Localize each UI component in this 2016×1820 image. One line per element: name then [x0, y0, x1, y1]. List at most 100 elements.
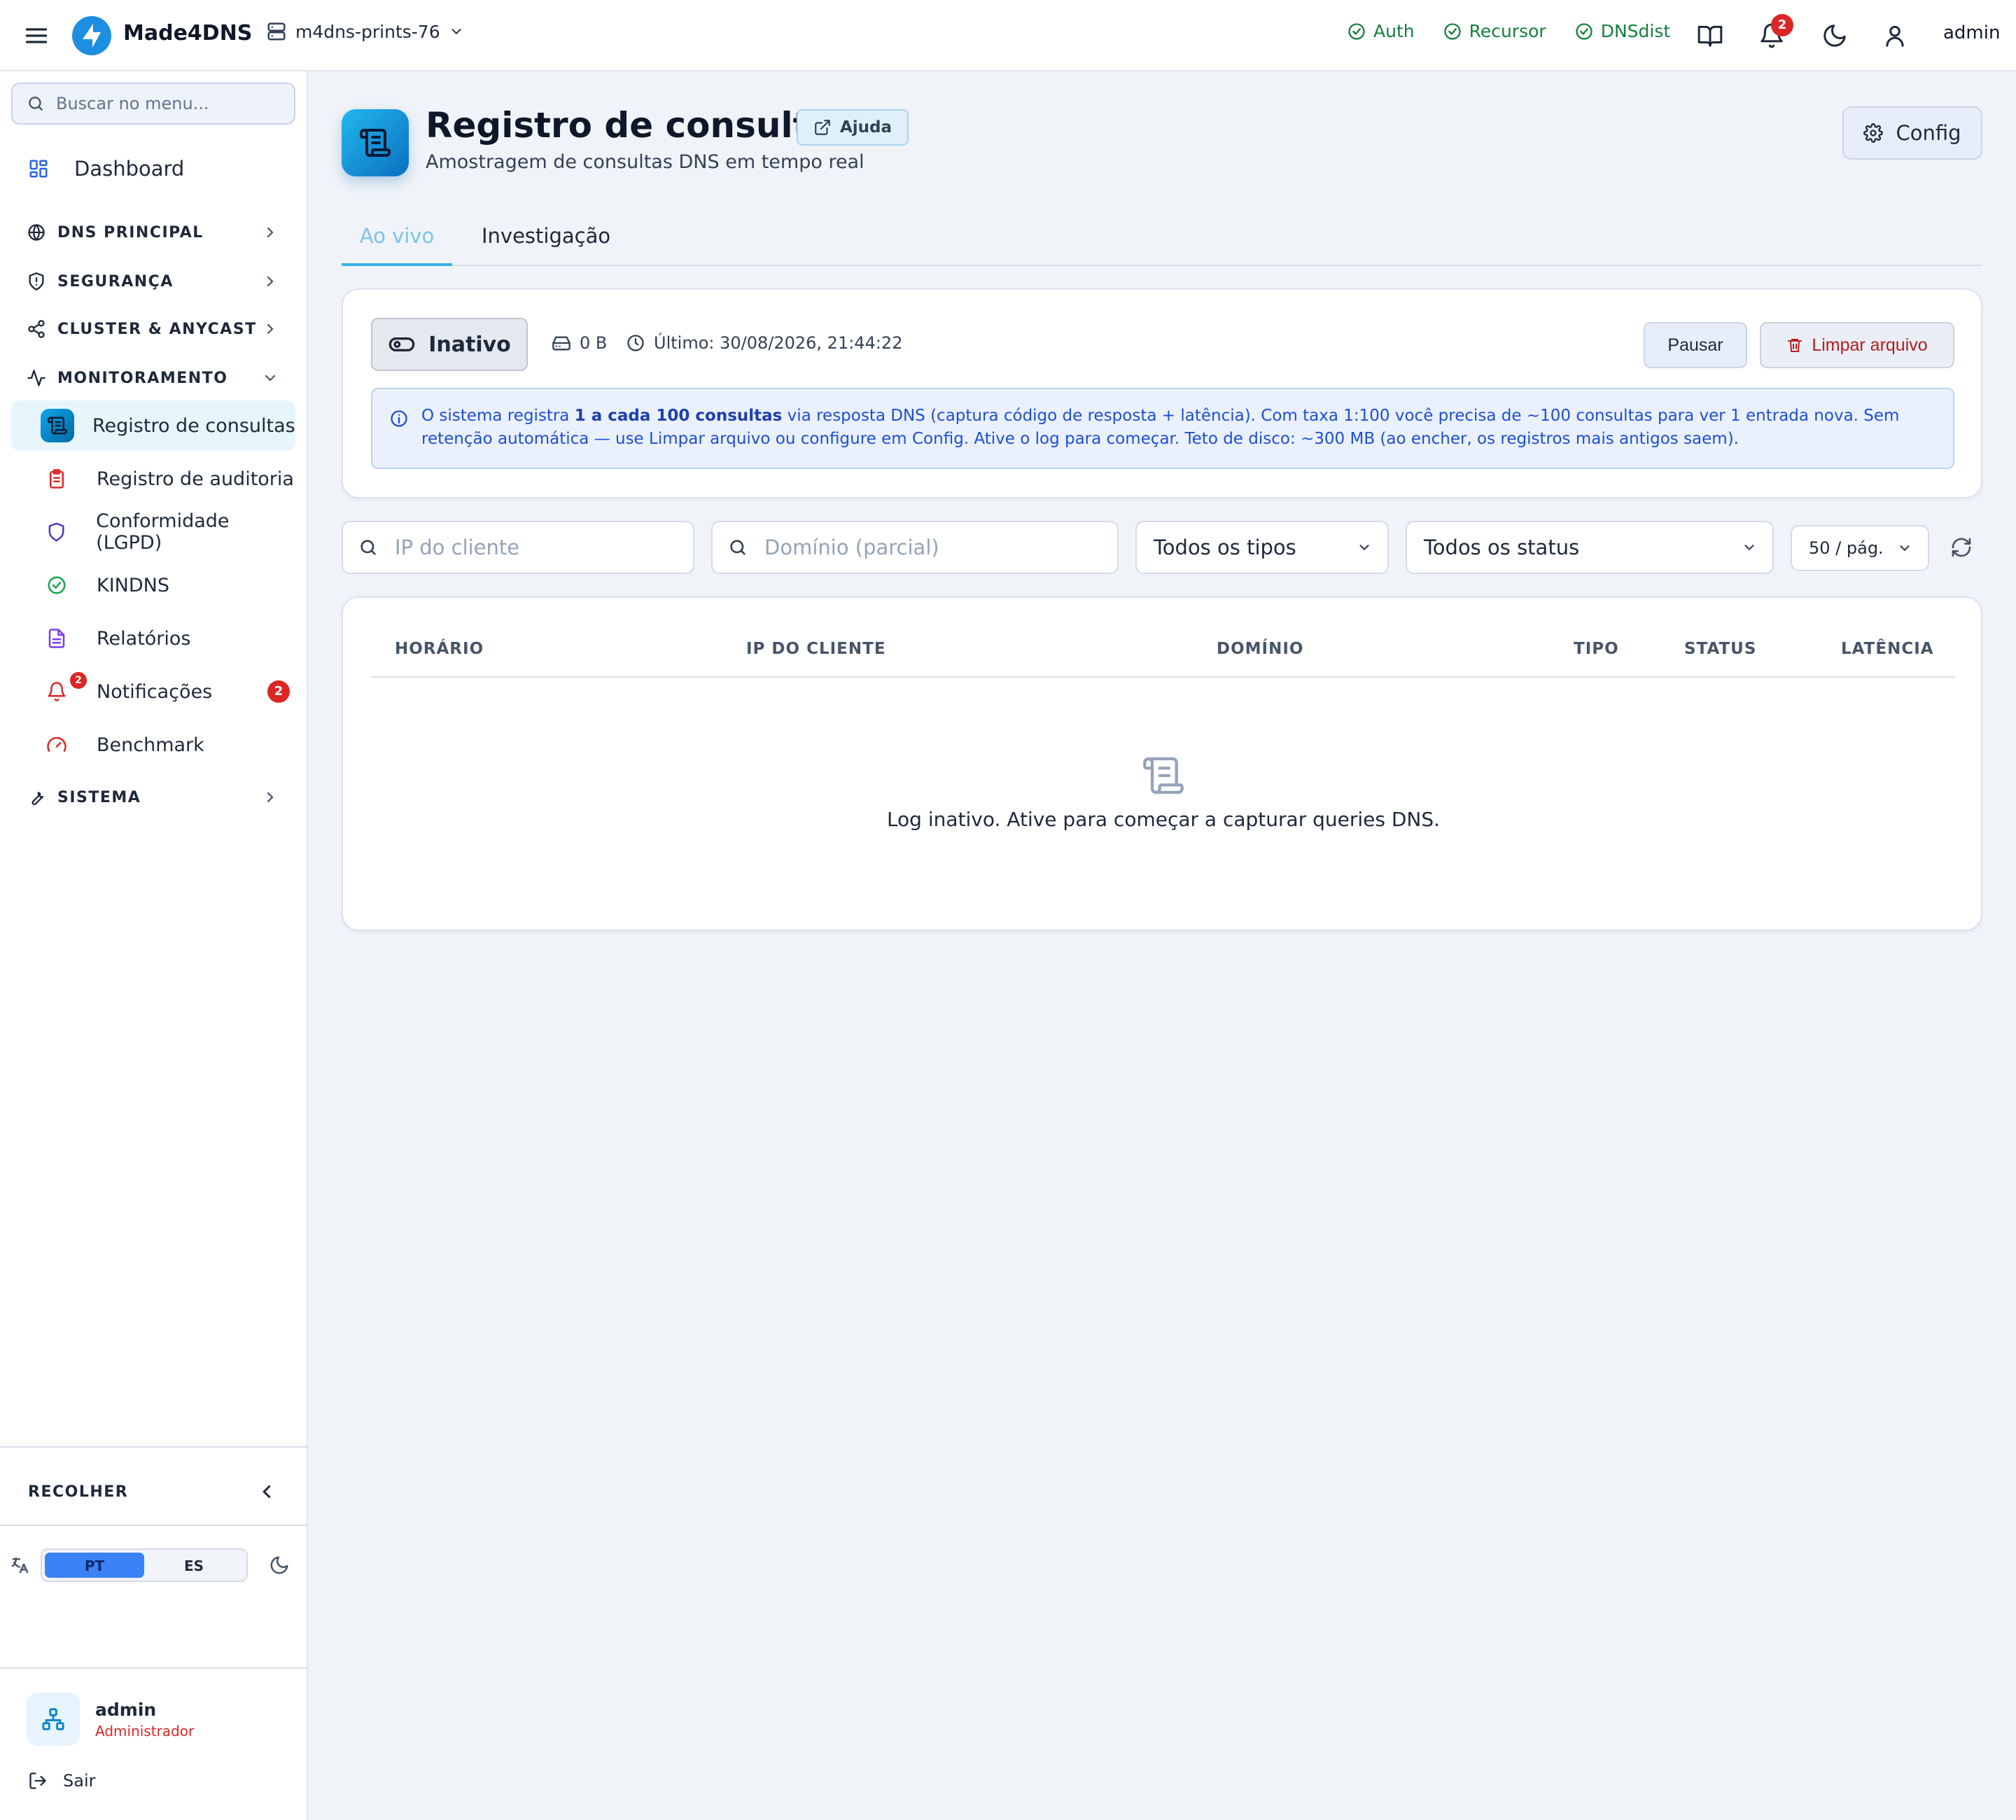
- sidebar-item-label: Registro de consultas: [92, 414, 295, 437]
- wrench-icon: [31, 792, 44, 806]
- sidebar-item-relatorios[interactable]: Relatórios: [11, 613, 295, 664]
- status-recursor[interactable]: Recursor: [1443, 21, 1546, 41]
- user-icon[interactable]: [1882, 22, 1908, 49]
- sidebar: Dashboard DNS PRINCIPAL SEGURANÇA CLUSTE…: [0, 71, 308, 1820]
- tab-ao-vivo[interactable]: Ao vivo: [342, 224, 452, 266]
- sidebar-item-kindns[interactable]: KINDNS: [11, 560, 295, 610]
- status-auth[interactable]: Auth: [1347, 21, 1415, 41]
- log-toggle-button[interactable]: Inativo: [371, 318, 528, 371]
- sidebar-divider: [0, 1525, 308, 1526]
- help-button[interactable]: Ajuda: [797, 109, 909, 146]
- client-ip-input[interactable]: [395, 536, 693, 559]
- sidebar-divider: [0, 1446, 308, 1448]
- config-label: Config: [1896, 121, 1961, 145]
- sidebar-section-seguranca[interactable]: SEGURANÇA: [27, 266, 279, 297]
- notification-count-badge: 2: [267, 680, 290, 703]
- menu-search[interactable]: [11, 83, 295, 125]
- trash-icon: [1788, 339, 1802, 352]
- globe-icon: [28, 224, 45, 241]
- sidebar-section-sistema[interactable]: SISTEMA: [27, 782, 279, 813]
- page-header-icon: [342, 109, 409, 176]
- log-last-entry: Último: 30/08/2026, 21:44:22: [626, 333, 902, 353]
- avatar: [27, 1693, 80, 1746]
- sidebar-item-label: KINDNS: [97, 574, 169, 596]
- type-select-value: Todos os tipos: [1154, 536, 1296, 559]
- user-profile[interactable]: admin Administrador: [27, 1693, 194, 1746]
- check-circle-icon: [1348, 22, 1365, 40]
- column-header-latencia[interactable]: LATÊNCIA: [1841, 640, 1934, 658]
- domain-filter[interactable]: [711, 521, 1119, 574]
- clear-file-button[interactable]: Limpar arquivo: [1760, 322, 1954, 368]
- tab-investigacao[interactable]: Investigação: [482, 224, 610, 266]
- column-header-status[interactable]: STATUS: [1684, 640, 1756, 658]
- sidebar-section-dns-principal[interactable]: DNS PRINCIPAL: [27, 217, 279, 248]
- hamburger-menu-icon[interactable]: [24, 23, 49, 48]
- chevron-left-icon: [262, 1485, 271, 1498]
- chevron-down-icon: [1359, 545, 1369, 551]
- status-select[interactable]: Todos os status: [1406, 521, 1774, 574]
- section-label: SISTEMA: [57, 788, 141, 806]
- section-label: DNS PRINCIPAL: [57, 223, 204, 241]
- column-header-tipo[interactable]: TIPO: [1574, 640, 1619, 658]
- domain-input[interactable]: [764, 536, 1117, 559]
- shield-alert-icon: [29, 272, 44, 290]
- collapse-label: RECOLHER: [28, 1483, 129, 1501]
- book-open-icon[interactable]: [1697, 22, 1723, 49]
- language-row: PT ES: [10, 1543, 297, 1588]
- menu-search-input[interactable]: [56, 94, 287, 113]
- refresh-icon[interactable]: [1950, 536, 1973, 559]
- pause-button[interactable]: Pausar: [1644, 322, 1747, 368]
- clipboard-icon: [50, 469, 64, 489]
- logout-label: Sair: [63, 1771, 96, 1791]
- collapse-sidebar-button[interactable]: RECOLHER: [28, 1481, 277, 1502]
- made4dns-logo-icon[interactable]: [71, 15, 112, 56]
- status-select-value: Todos os status: [1424, 536, 1580, 559]
- moon-icon[interactable]: [1821, 22, 1848, 49]
- logout-button[interactable]: Sair: [28, 1771, 95, 1791]
- moon-icon[interactable]: [269, 1555, 290, 1576]
- section-label: CLUSTER & ANYCAST: [57, 320, 257, 338]
- empty-state-message: Log inativo. Ative para começar a captur…: [886, 808, 1441, 831]
- query-log-table: HORÁRIO IP DO CLIENTE DOMÍNIO TIPO STATU…: [342, 596, 1982, 931]
- column-header-ip-cliente[interactable]: IP DO CLIENTE: [746, 640, 886, 658]
- top-bar: Made4DNS m4dns-prints-76 Auth Recursor D…: [0, 0, 2016, 71]
- chevron-right-icon: [267, 276, 274, 287]
- column-header-dominio[interactable]: DOMÍNIO: [1217, 640, 1303, 658]
- language-toggle: PT ES: [41, 1548, 248, 1582]
- sidebar-item-conformidade[interactable]: Conformidade (LGPD): [11, 507, 295, 557]
- sidebar-item-label: Conformidade (LGPD): [96, 510, 230, 554]
- sidebar-section-monitoramento[interactable]: MONITORAMENTO: [27, 363, 279, 393]
- hard-drive-icon: [552, 336, 570, 351]
- client-ip-filter[interactable]: [342, 521, 694, 574]
- chevron-right-icon: [267, 792, 274, 803]
- sidebar-item-dashboard[interactable]: Dashboard: [28, 157, 184, 181]
- sidebar-item-registro-consultas[interactable]: Registro de consultas: [11, 400, 295, 451]
- server-switcher[interactable]: m4dns-prints-76: [266, 21, 464, 42]
- status-dnsdist[interactable]: DNSdist: [1574, 21, 1670, 41]
- type-select[interactable]: Todos os tipos: [1135, 521, 1389, 574]
- column-header-horario[interactable]: HORÁRIO: [395, 640, 484, 658]
- sidebar-item-label: Benchmark: [97, 734, 204, 756]
- language-option-es[interactable]: ES: [144, 1553, 244, 1578]
- sidebar-item-benchmark[interactable]: Benchmark: [11, 720, 295, 770]
- language-option-pt[interactable]: PT: [45, 1553, 144, 1578]
- chevron-down-icon: [1744, 545, 1754, 551]
- chevron-down-icon: [451, 29, 461, 35]
- brand-name[interactable]: Made4DNS: [123, 21, 252, 46]
- info-icon: [391, 410, 407, 427]
- config-button[interactable]: Config: [1842, 106, 1982, 160]
- notification-mini-badge: 2: [70, 672, 87, 689]
- sidebar-item-registro-auditoria[interactable]: Registro de auditoria: [11, 454, 295, 504]
- top-username[interactable]: admin: [1943, 22, 2000, 43]
- scroll-icon: [41, 409, 74, 442]
- log-status-card: Inativo 0 B Último: 30/08/2026, 21:44:22…: [342, 288, 1982, 498]
- sidebar-section-cluster[interactable]: CLUSTER & ANYCAST: [27, 314, 279, 344]
- network-icon: [42, 1708, 64, 1730]
- chevron-right-icon: [267, 227, 274, 238]
- profile-role: Administrador: [95, 1722, 195, 1740]
- page-size-select[interactable]: 50 / pág.: [1791, 525, 1929, 571]
- scroll-icon: [360, 129, 391, 157]
- sidebar-item-notificacoes[interactable]: 2 Notificações 2: [11, 666, 295, 717]
- bell-icon: [48, 682, 66, 701]
- status-label: Auth: [1373, 21, 1415, 41]
